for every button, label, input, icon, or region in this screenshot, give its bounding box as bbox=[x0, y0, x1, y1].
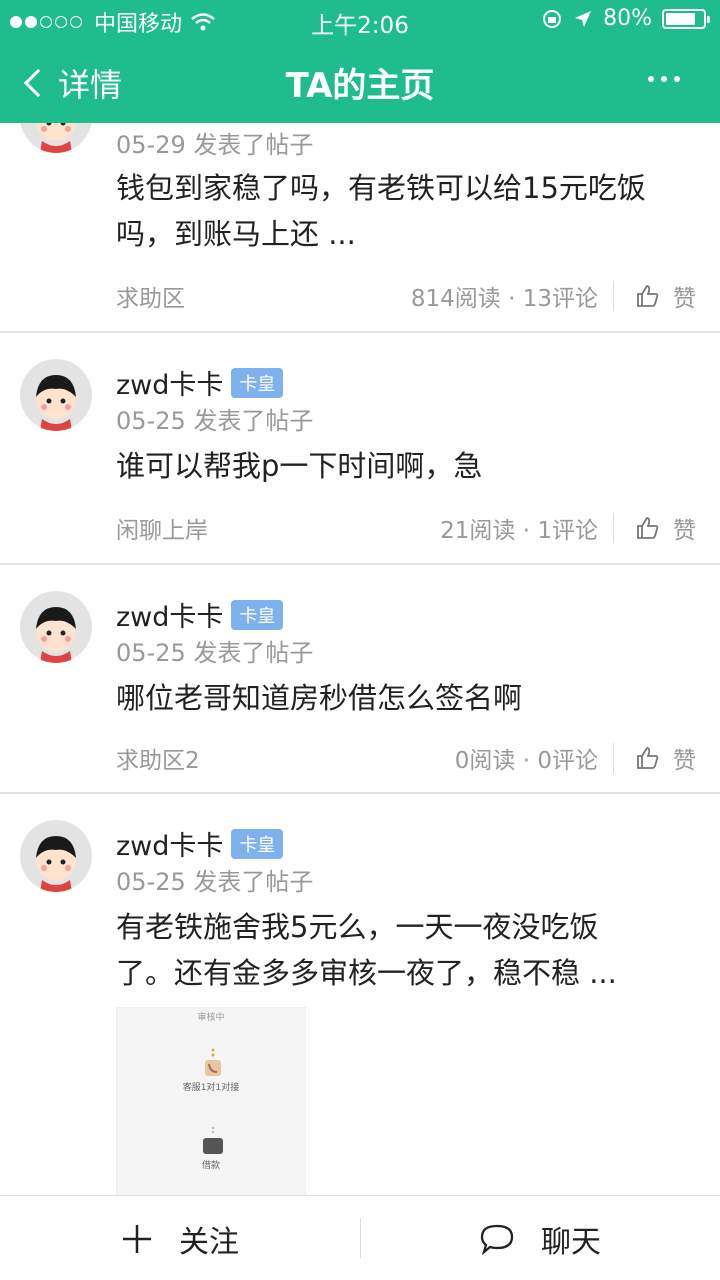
post-category[interactable]: 求助区 bbox=[116, 279, 185, 313]
chat-label: 聊天 bbox=[541, 1224, 601, 1260]
rank-badge: 卡皇 bbox=[231, 599, 284, 630]
page-title: TA的主页 bbox=[285, 66, 435, 106]
like-label: 赞 bbox=[673, 518, 696, 544]
post-feed[interactable]: 05-29 发表了帖子 钱包到家稳了吗，有老铁可以给15元吃饭吗，到账马上还 .… bbox=[0, 123, 720, 1195]
post-category[interactable]: 求助区2 bbox=[116, 741, 200, 775]
image-text-service: 客服1对1对接 bbox=[182, 1083, 240, 1093]
status-bar: 中国移动 上午2:06 80% bbox=[0, 0, 720, 40]
post-content[interactable]: 钱包到家稳了吗，有老铁可以给15元吃饭吗，到账马上还 ... bbox=[116, 165, 696, 257]
post-item[interactable]: 05-29 发表了帖子 钱包到家稳了吗，有老铁可以给15元吃饭吗，到账马上还 .… bbox=[0, 123, 720, 333]
phone-icon bbox=[205, 1048, 221, 1076]
battery-percent: 80% bbox=[603, 6, 652, 31]
nav-bar: 详情 TA的主页 bbox=[0, 50, 720, 116]
follow-button[interactable]: 关注 bbox=[0, 1196, 360, 1280]
username[interactable]: zwd卡卡 卡皇 bbox=[116, 824, 284, 863]
avatar[interactable] bbox=[20, 359, 92, 431]
post-meta: 05-29 发表了帖子 bbox=[116, 131, 314, 159]
post-item[interactable]: zwd卡卡 卡皇 05-25 发表了帖子 有老铁施舍我5元么，一天一夜没吃饭了。… bbox=[0, 794, 720, 1195]
follow-label: 关注 bbox=[179, 1224, 239, 1260]
bottom-action-bar: 关注 聊天 bbox=[0, 1195, 720, 1280]
like-button[interactable]: 赞 bbox=[635, 741, 696, 775]
divider bbox=[613, 281, 614, 311]
rotation-lock-icon bbox=[543, 9, 562, 28]
divider bbox=[613, 513, 614, 543]
post-content[interactable]: 有老铁施舍我5元么，一天一夜没吃饭了。还有金多多审核一夜了，稳不稳 ... bbox=[116, 904, 656, 996]
post-item[interactable]: zwd卡卡 卡皇 05-25 发表了帖子 哪位老哥知道房秒借怎么签名啊 求助区2… bbox=[0, 565, 720, 794]
post-footer: 求助区 814阅读 · 13评论 赞 bbox=[116, 279, 696, 315]
like-button[interactable]: 赞 bbox=[635, 279, 696, 313]
username-text: zwd卡卡 bbox=[116, 602, 224, 633]
post-footer: 求助区2 0阅读 · 0评论 赞 bbox=[116, 741, 696, 777]
wallet-icon bbox=[203, 1126, 223, 1154]
chat-bubble-icon bbox=[480, 1224, 514, 1255]
post-stats: 814阅读 · 13评论 bbox=[410, 286, 598, 312]
username-text: zwd卡卡 bbox=[116, 370, 224, 401]
image-text-loan: 借款 bbox=[201, 1161, 220, 1171]
username-text: zwd卡卡 bbox=[116, 831, 224, 862]
more-options-icon[interactable] bbox=[648, 76, 680, 82]
post-meta: 05-25 发表了帖子 bbox=[116, 868, 314, 896]
post-image[interactable]: 审核中 客服1对1对接 借款 bbox=[116, 1007, 306, 1195]
username[interactable]: zwd卡卡 卡皇 bbox=[116, 363, 284, 402]
post-category[interactable]: 闲聊上岸 bbox=[116, 511, 208, 545]
plus-icon bbox=[123, 1224, 151, 1253]
post-item[interactable]: zwd卡卡 卡皇 05-25 发表了帖子 谁可以帮我p一下时间啊，急 闲聊上岸 … bbox=[0, 333, 720, 565]
avatar[interactable] bbox=[20, 123, 92, 153]
thumbs-up-icon bbox=[637, 285, 659, 307]
image-text-status: 审核中 bbox=[197, 1013, 225, 1023]
divider bbox=[613, 743, 614, 773]
post-meta: 05-25 发表了帖子 bbox=[116, 407, 314, 435]
avatar[interactable] bbox=[20, 591, 92, 663]
status-right: 80% bbox=[541, 6, 710, 31]
post-stats: 0阅读 · 0评论 bbox=[454, 748, 598, 774]
location-arrow-icon bbox=[575, 10, 592, 27]
battery-level bbox=[666, 12, 695, 25]
post-content[interactable]: 谁可以帮我p一下时间啊，急 bbox=[116, 443, 696, 489]
like-button[interactable]: 赞 bbox=[635, 511, 696, 545]
top-bar: 中国移动 上午2:06 80% 详情 TA的主页 bbox=[0, 0, 720, 123]
battery-icon bbox=[662, 8, 710, 29]
thumbs-up-icon bbox=[637, 747, 659, 769]
post-content[interactable]: 哪位老哥知道房秒借怎么签名啊 bbox=[116, 675, 696, 721]
rank-badge: 卡皇 bbox=[231, 367, 284, 398]
post-stats: 21阅读 · 1评论 bbox=[440, 518, 598, 544]
avatar[interactable] bbox=[20, 820, 92, 892]
chat-button[interactable]: 聊天 bbox=[360, 1196, 720, 1280]
thumbs-up-icon bbox=[637, 517, 659, 539]
post-meta: 05-25 发表了帖子 bbox=[116, 639, 314, 667]
username[interactable]: zwd卡卡 卡皇 bbox=[116, 595, 284, 634]
rank-badge: 卡皇 bbox=[231, 828, 284, 859]
like-label: 赞 bbox=[673, 286, 696, 312]
like-label: 赞 bbox=[673, 748, 696, 774]
post-footer: 闲聊上岸 21阅读 · 1评论 赞 bbox=[116, 511, 696, 547]
